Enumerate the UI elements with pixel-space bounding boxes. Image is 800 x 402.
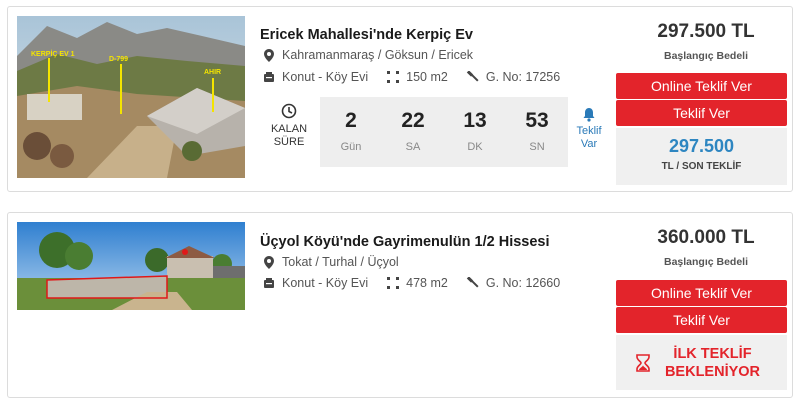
- area-text: 150 m2: [406, 70, 448, 84]
- start-price: 360.000 TL: [657, 227, 755, 248]
- listing-title[interactable]: Üçyol Köyü'nde Gayrimenulün 1/2 Hissesi: [260, 234, 550, 250]
- location-text: Tokat / Turhal / Üçyol: [282, 255, 399, 269]
- waiting-first-bid-text: İLK TEKLİF BEKLENİYOR: [664, 345, 761, 380]
- map-pin-icon: [262, 255, 276, 269]
- category-text: Konut - Köy Evi: [282, 276, 369, 290]
- start-price-label: Başlangıç Bedeli: [663, 50, 749, 62]
- clock-icon: [281, 103, 297, 119]
- last-bid-label: TL / SON TEKLİF: [661, 161, 742, 172]
- hourglass-icon: [635, 353, 650, 372]
- start-price: 297.500 TL: [657, 21, 755, 42]
- countdown-days: 2 Gün: [340, 109, 362, 153]
- category-text: Konut - Köy Evi: [282, 70, 369, 84]
- location-row: Tokat / Turhal / Üçyol: [262, 255, 399, 269]
- photo-label: AHIR: [204, 69, 221, 76]
- map-pin-icon: [262, 48, 276, 62]
- countdown-minutes: 13 DK: [463, 109, 487, 153]
- remaining-time-label: KALAN SÜRE: [267, 103, 311, 149]
- listing-number: G. No: 12660: [485, 276, 561, 290]
- bid-button[interactable]: Teklif Ver: [616, 100, 787, 126]
- house-icon: [262, 70, 276, 84]
- waiting-first-bid-panel: İLK TEKLİF BEKLENİYOR: [616, 335, 787, 390]
- listing-card[interactable]: KERPİÇ EV 1 D-799 AHIR Ericek Mahallesi'…: [7, 6, 793, 192]
- bid-alert[interactable]: Teklif Var: [571, 107, 607, 151]
- area-icon: [386, 276, 400, 290]
- details-row: Konut - Köy Evi 150 m2 G. No: 17256: [262, 70, 560, 84]
- details-row: Konut - Köy Evi 478 m2 G. No: 12660: [262, 276, 560, 290]
- photo-label: D-799: [109, 56, 128, 63]
- online-bid-button[interactable]: Online Teklif Ver: [616, 73, 787, 99]
- countdown-seconds: 53 SN: [525, 109, 549, 153]
- house-icon: [262, 276, 276, 290]
- area-icon: [386, 70, 400, 84]
- listing-photo[interactable]: [17, 222, 245, 310]
- last-bid-panel: 297.500 TL / SON TEKLİF: [616, 128, 787, 185]
- online-bid-button[interactable]: Online Teklif Ver: [616, 280, 787, 306]
- listing-card[interactable]: Üçyol Köyü'nde Gayrimenulün 1/2 Hissesi …: [7, 212, 793, 398]
- countdown-timer: 2 Gün 22 SA 13 DK 53 SN: [320, 97, 568, 167]
- photo-label: KERPİÇ EV 1: [31, 50, 75, 58]
- last-bid-value: 297.500: [668, 136, 735, 156]
- location-text: Kahramanmaraş / Göksun / Ericek: [282, 48, 474, 62]
- bid-button[interactable]: Teklif Ver: [616, 307, 787, 333]
- listing-title[interactable]: Ericek Mahallesi'nde Kerpiç Ev: [260, 27, 473, 43]
- start-price-label: Başlangıç Bedeli: [663, 256, 749, 268]
- hammer-icon: [466, 276, 480, 290]
- countdown-hours: 22 SA: [401, 109, 425, 153]
- listing-photo[interactable]: KERPİÇ EV 1 D-799 AHIR: [17, 16, 245, 178]
- bell-icon: [583, 108, 595, 122]
- listing-number: G. No: 17256: [485, 70, 561, 84]
- area-text: 478 m2: [406, 276, 448, 290]
- hammer-icon: [466, 70, 480, 84]
- location-row: Kahramanmaraş / Göksun / Ericek: [262, 48, 473, 62]
